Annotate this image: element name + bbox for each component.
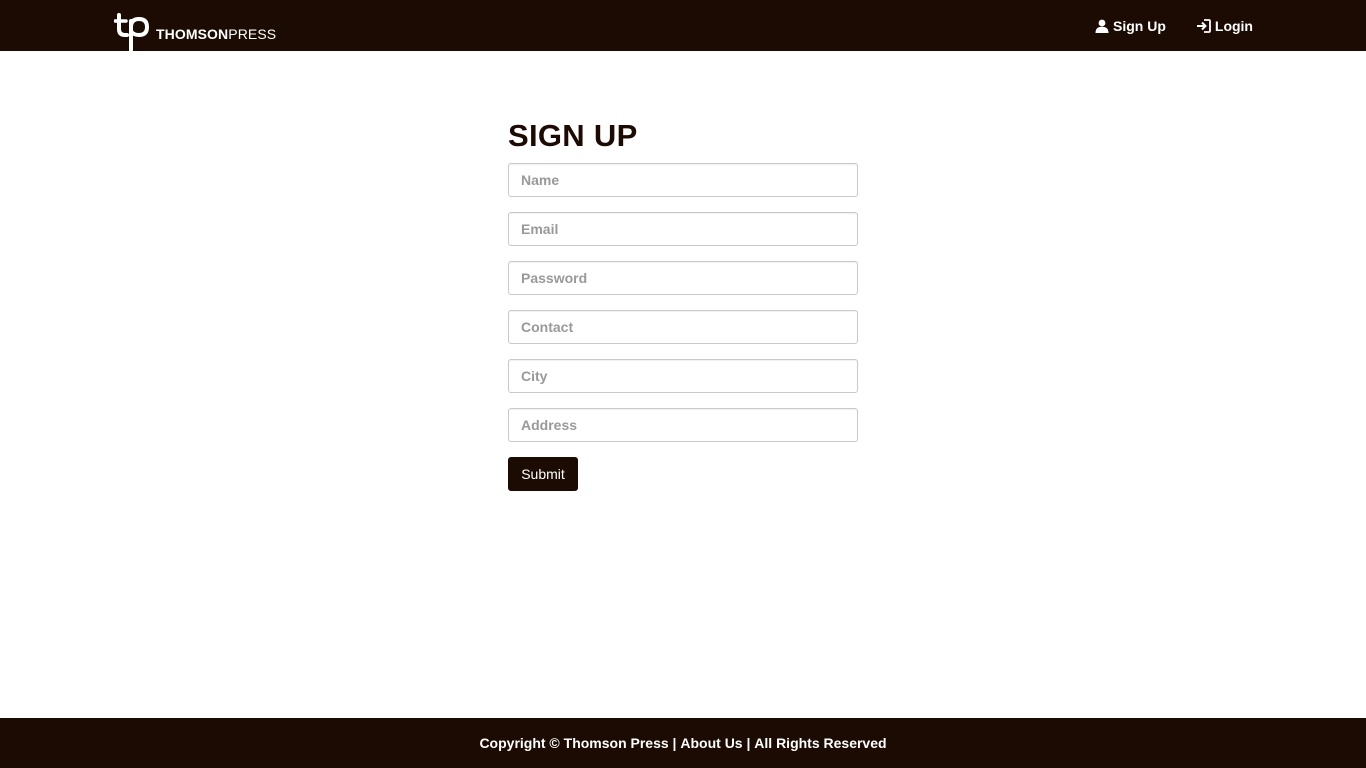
contact-field[interactable] <box>508 310 858 344</box>
footer-separator: | <box>742 735 755 751</box>
tp-logo-icon <box>114 13 150 51</box>
footer: Copyright © Thomson Press | About Us | A… <box>0 718 1366 768</box>
login-icon <box>1196 18 1211 33</box>
signup-form: SIGN UP Submit <box>508 118 858 491</box>
address-field[interactable] <box>508 408 858 442</box>
nav-sign-up-label: Sign Up <box>1113 17 1166 34</box>
footer-rights: All Rights Reserved <box>754 735 887 751</box>
footer-about-link[interactable]: About Us <box>680 735 742 751</box>
nav-login-link[interactable]: Login <box>1196 0 1253 51</box>
submit-button[interactable]: Submit <box>508 457 578 491</box>
city-field[interactable] <box>508 359 858 393</box>
footer-copyright: Copyright © Thomson Press <box>479 735 669 751</box>
brand-name-bold: THOMSON <box>156 26 229 42</box>
brand-name-light: PRESS <box>228 26 277 42</box>
page: THOMSONPRESS Sign Up Login SIGN UP Name … <box>0 0 1366 768</box>
brand-logo-link[interactable]: THOMSONPRESS <box>114 13 276 51</box>
user-icon <box>1095 19 1109 33</box>
email-field[interactable] <box>508 212 858 246</box>
brand-name: THOMSONPRESS <box>156 27 276 41</box>
nav-links: Sign Up Login <box>1065 0 1253 51</box>
password-field[interactable] <box>508 261 858 295</box>
name-field[interactable] <box>508 163 858 197</box>
top-navbar: THOMSONPRESS Sign Up Login <box>0 0 1366 51</box>
nav-login-label: Login <box>1214 17 1253 34</box>
footer-separator: | <box>668 735 681 751</box>
page-title: SIGN UP <box>508 118 638 153</box>
nav-sign-up-link[interactable]: Sign Up <box>1095 0 1166 51</box>
